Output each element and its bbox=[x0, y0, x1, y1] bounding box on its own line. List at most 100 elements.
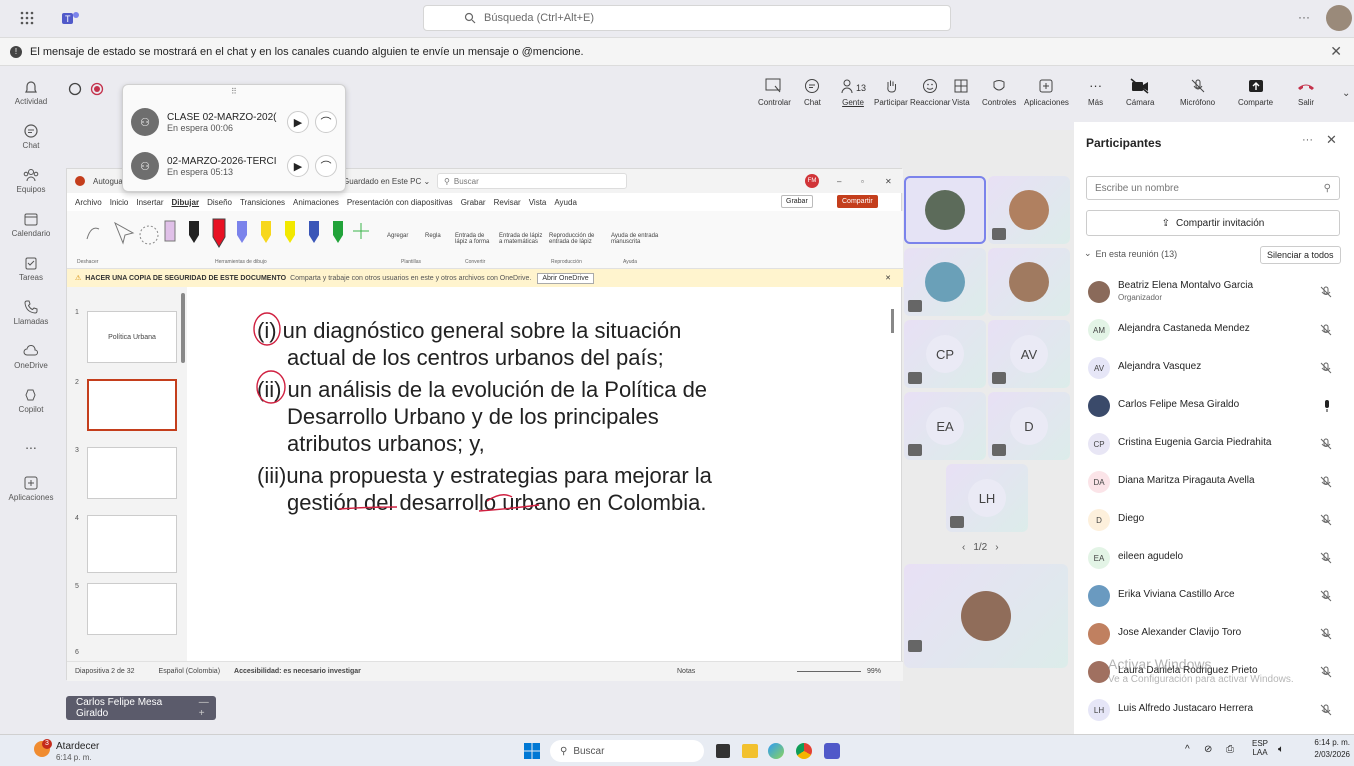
slide-thumbnail[interactable] bbox=[87, 447, 177, 499]
rail-item-calendar[interactable]: Calendario bbox=[0, 204, 62, 244]
participant-row[interactable]: CP Cristina Eugenia Garcia Piedrahita bbox=[1074, 424, 1354, 462]
ppt-share-button[interactable]: Compartir bbox=[837, 195, 878, 208]
ppt-menu-item[interactable]: Diseño bbox=[207, 198, 232, 207]
thumbs-scrollbar[interactable] bbox=[181, 293, 185, 363]
apps-button[interactable]: Aplicaciones bbox=[1024, 78, 1069, 107]
resume-call-button[interactable]: ▶ bbox=[287, 155, 309, 177]
chevron-left-icon[interactable]: ‹ bbox=[962, 542, 965, 553]
mic-icon[interactable]: ⎙ bbox=[1226, 744, 1234, 755]
video-tile[interactable]: CP bbox=[904, 320, 986, 388]
participant-row[interactable]: Carlos Felipe Mesa Giraldo bbox=[1074, 386, 1354, 424]
rail-item-tasks[interactable]: Tareas bbox=[0, 248, 62, 288]
video-tile-large[interactable] bbox=[904, 564, 1068, 668]
clock[interactable]: 6:14 p. m. 2/03/2026 bbox=[1306, 738, 1350, 759]
rail-item-calls[interactable]: Llamadas bbox=[0, 292, 62, 332]
close-icon[interactable]: ✕ bbox=[1326, 132, 1337, 148]
grid-pager[interactable]: ‹ 1/2 › bbox=[962, 542, 999, 553]
rail-item-teams[interactable]: Equipos bbox=[0, 160, 62, 200]
slide-scrollbar[interactable] bbox=[891, 309, 894, 333]
ppt-menu-item[interactable]: Presentación con diapositivas bbox=[347, 198, 453, 207]
ppt-menu-item[interactable]: Animaciones bbox=[293, 198, 339, 207]
close-icon[interactable]: ✕ bbox=[885, 177, 892, 186]
slide-thumbnail[interactable] bbox=[87, 583, 177, 635]
slide-thumbnail[interactable] bbox=[87, 515, 177, 573]
more-options-icon[interactable]: ··· bbox=[1302, 134, 1313, 146]
close-icon[interactable]: ✕ bbox=[1330, 43, 1342, 60]
ppt-menu-item[interactable]: Ayuda bbox=[554, 198, 577, 207]
teams-app-icon[interactable] bbox=[824, 743, 840, 759]
chrome-icon[interactable] bbox=[796, 743, 812, 759]
notes-button[interactable]: Notas bbox=[677, 668, 695, 675]
end-call-button[interactable]: ⌒ bbox=[315, 155, 337, 177]
slide-thumbnail[interactable]: Política Urbana bbox=[87, 311, 177, 363]
rail-item-activity[interactable]: Actividad bbox=[0, 72, 62, 112]
ppt-menu-item[interactable]: Transiciones bbox=[240, 198, 285, 207]
video-tile[interactable] bbox=[904, 248, 986, 316]
restore-icon[interactable]: ▫ bbox=[861, 177, 864, 186]
participant-row[interactable]: LH Luis Alfredo Justacaro Herrera bbox=[1074, 690, 1354, 728]
participant-row[interactable]: Erika Viviana Castillo Arce bbox=[1074, 576, 1354, 614]
video-tile[interactable]: LH bbox=[946, 464, 1028, 532]
chevron-right-icon[interactable]: › bbox=[995, 542, 998, 553]
close-icon[interactable]: ✕ bbox=[885, 274, 891, 282]
more-button[interactable]: ··· Más bbox=[1088, 78, 1103, 107]
ppt-menu-item[interactable]: Insertar bbox=[136, 198, 163, 207]
video-tile[interactable] bbox=[904, 176, 986, 244]
participant-row[interactable]: D Diego bbox=[1074, 500, 1354, 538]
resume-call-button[interactable]: ▶ bbox=[287, 111, 309, 133]
taskbar-search[interactable]: ⚲ Buscar bbox=[550, 740, 704, 762]
video-tile[interactable]: D bbox=[988, 392, 1070, 460]
search-input[interactable]: Búsqueda (Ctrl+Alt+E) bbox=[423, 5, 951, 31]
drag-handle-icon[interactable]: ⠿ bbox=[231, 87, 237, 96]
start-button[interactable] bbox=[524, 743, 540, 759]
file-explorer-icon[interactable] bbox=[742, 744, 758, 758]
task-view-icon[interactable] bbox=[716, 744, 730, 758]
language-indicator[interactable]: ESP LAA bbox=[1252, 739, 1268, 757]
more-options-icon[interactable]: ··· bbox=[1298, 10, 1310, 24]
zoom-slider[interactable] bbox=[797, 671, 861, 672]
people-button[interactable]: 13 Gente bbox=[840, 78, 866, 107]
participant-row[interactable]: Beatriz Elena Montalvo Garcia Organizador bbox=[1074, 272, 1354, 310]
controls-button[interactable]: Controles bbox=[982, 78, 1016, 107]
volume-icon[interactable]: 🔈︎ bbox=[1278, 744, 1284, 755]
ppt-menu-item[interactable]: Vista bbox=[529, 198, 547, 207]
video-tile[interactable]: AV bbox=[988, 320, 1070, 388]
rail-item-onedrive[interactable]: OneDrive bbox=[0, 336, 62, 376]
open-onedrive-button[interactable]: Abrir OneDrive bbox=[537, 272, 594, 284]
chevron-down-icon[interactable]: ⌄ bbox=[1342, 88, 1350, 99]
end-call-button[interactable]: ⌒ bbox=[315, 111, 337, 133]
network-icon[interactable]: ⊘ bbox=[1204, 744, 1212, 755]
react-button[interactable]: Reaccionar bbox=[910, 78, 950, 107]
participant-row[interactable]: AM Alejandra Castaneda Mendez bbox=[1074, 310, 1354, 348]
view-button[interactable]: Vista bbox=[952, 78, 970, 107]
participant-row[interactable]: AV Alejandra Vasquez bbox=[1074, 348, 1354, 386]
chat-button[interactable]: Chat bbox=[804, 78, 821, 107]
user-avatar[interactable]: FM bbox=[805, 174, 819, 188]
chevron-up-icon[interactable]: ^ bbox=[1185, 744, 1190, 755]
minimize-icon[interactable]: – bbox=[837, 177, 841, 186]
slide-thumbnail-selected[interactable] bbox=[87, 379, 177, 431]
participant-row[interactable]: DA Diana Maritza Piragauta Avella bbox=[1074, 462, 1354, 500]
mute-all-button[interactable]: Silenciar a todos bbox=[1260, 246, 1341, 264]
mic-button[interactable]: Micrófono bbox=[1180, 78, 1215, 107]
share-button[interactable]: Comparte bbox=[1238, 78, 1273, 107]
ppt-record-button[interactable]: Grabar bbox=[781, 195, 813, 208]
ppt-search-input[interactable]: ⚲ Buscar bbox=[437, 173, 627, 189]
video-tile[interactable] bbox=[988, 248, 1070, 316]
participant-row[interactable]: Jose Alexander Clavijo Toro bbox=[1074, 614, 1354, 652]
video-tile[interactable] bbox=[988, 176, 1070, 244]
rail-item-more[interactable]: ... bbox=[0, 424, 62, 464]
share-control-button[interactable]: Controlar bbox=[758, 78, 791, 107]
leave-button[interactable]: Salir bbox=[1296, 78, 1316, 107]
ppt-menu-item[interactable]: Grabar bbox=[461, 198, 486, 207]
camera-button[interactable]: Cámara bbox=[1126, 78, 1154, 107]
ppt-menu-item[interactable]: Archivo bbox=[75, 198, 102, 207]
rail-item-copilot[interactable]: Copilot bbox=[0, 380, 62, 420]
profile-avatar[interactable] bbox=[1326, 5, 1352, 31]
share-invite-button[interactable]: ⇪ Compartir invitación bbox=[1086, 210, 1340, 236]
raise-hand-button[interactable]: Participar bbox=[874, 78, 908, 107]
section-header[interactable]: ⌄ En esta reunión (13) bbox=[1084, 248, 1177, 259]
rail-item-chat[interactable]: Chat bbox=[0, 116, 62, 156]
ppt-menu-item[interactable]: Revisar bbox=[494, 198, 521, 207]
plus-icon[interactable]: — + bbox=[199, 697, 216, 719]
